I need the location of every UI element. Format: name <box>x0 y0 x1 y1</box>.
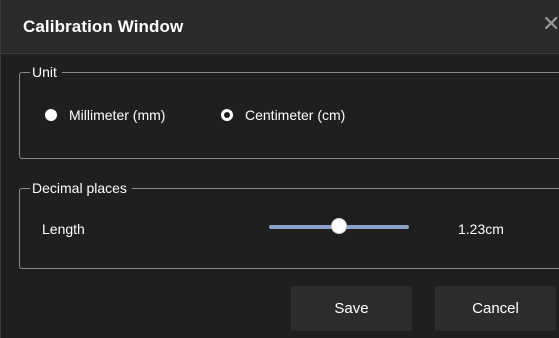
cancel-button[interactable]: Cancel <box>435 286 556 331</box>
decimal-places-slider[interactable] <box>269 218 409 236</box>
close-icon[interactable]: ✕ <box>542 12 559 38</box>
radio-unselected-icon <box>45 109 57 121</box>
save-button[interactable]: Save <box>291 286 412 331</box>
radio-millimeter-label: Millimeter (mm) <box>69 107 166 123</box>
length-value: 1.23cm <box>458 221 504 237</box>
radio-centimeter[interactable]: Centimeter (cm) <box>221 107 345 123</box>
slider-thumb[interactable] <box>331 218 347 234</box>
window-title: Calibration Window <box>23 17 184 36</box>
radio-centimeter-label: Centimeter (cm) <box>245 107 346 123</box>
length-label: Length <box>42 221 85 237</box>
title-bar: Calibration Window ✕ <box>1 0 559 54</box>
calibration-window: Calibration Window ✕ Unit Millimeter (mm… <box>0 0 559 338</box>
unit-group-legend: Unit <box>32 64 57 80</box>
radio-selected-icon <box>221 109 233 121</box>
radio-millimeter[interactable]: Millimeter (mm) <box>45 107 165 123</box>
decimal-places-legend: Decimal places <box>32 180 127 196</box>
